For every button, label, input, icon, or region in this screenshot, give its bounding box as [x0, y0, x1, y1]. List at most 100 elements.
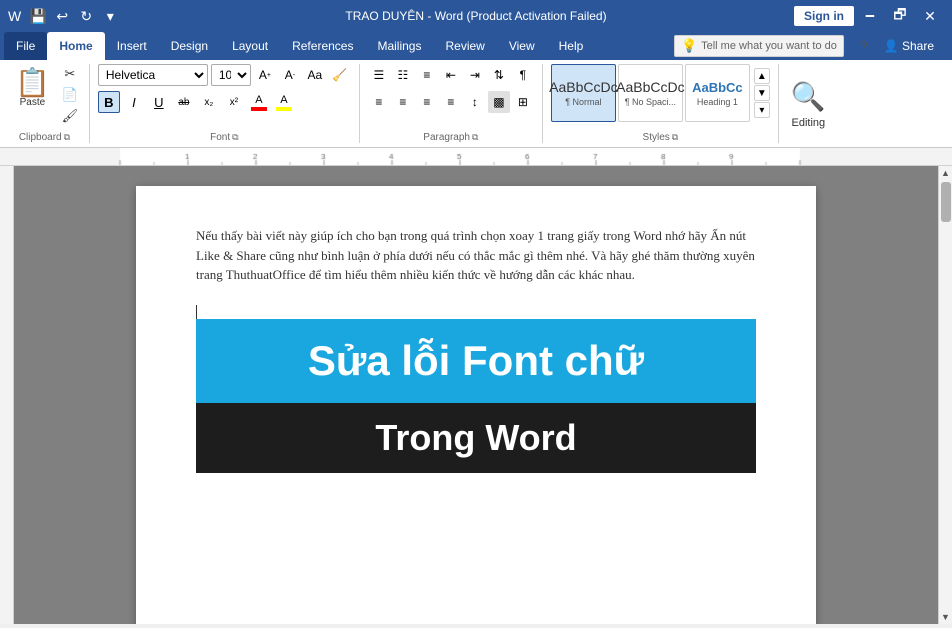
paragraph-group: ☰ ☷ ≡ ⇤ ⇥ ⇅ ¶ ≡ ≡ ≡ ≡ ↕ ▩ ⊞ Paragraph ⧉ — [360, 64, 543, 143]
italic-button[interactable]: I — [123, 91, 145, 113]
styles-scroll-down[interactable]: ▼ — [754, 85, 770, 101]
strikethrough-button[interactable]: ab — [173, 91, 195, 113]
clipboard-label: Clipboard ⧉ — [8, 130, 81, 143]
styles-dialog-icon[interactable]: ⧉ — [672, 132, 678, 143]
editing-icon: 🔍 — [791, 80, 826, 113]
underline-button[interactable]: U — [148, 91, 170, 113]
editing-content: 🔍 Editing — [787, 72, 830, 137]
styles-group: AaBbCcDc ¶ Normal AaBbCcDc ¶ No Spaci...… — [543, 64, 779, 143]
redo-quick-btn[interactable]: ↻ — [75, 5, 97, 27]
tab-design[interactable]: Design — [159, 32, 220, 60]
style-normal[interactable]: AaBbCcDc ¶ Normal — [551, 64, 616, 122]
styles-expand[interactable]: ▾ — [754, 102, 770, 118]
ruler-canvas — [0, 148, 952, 166]
copy-button[interactable]: 📄 — [59, 85, 81, 105]
image-bottom-text: Trong Word — [375, 417, 576, 459]
undo-quick-btn[interactable]: ↩ — [51, 5, 73, 27]
signin-button[interactable]: Sign in — [794, 6, 854, 26]
paragraph-dialog-icon[interactable]: ⧉ — [472, 132, 478, 143]
align-center-button[interactable]: ≡ — [392, 91, 414, 113]
tell-me-bar[interactable]: 💡 Tell me what you want to do — [674, 35, 844, 57]
cut-button[interactable]: ✂ — [59, 64, 81, 84]
quick-access-dropdown[interactable]: ▾ — [99, 5, 121, 27]
scroll-up-arrow[interactable]: ▲ — [939, 166, 952, 180]
font-name-select[interactable]: Helvetica — [98, 64, 208, 86]
font-group-content: Helvetica 10.5 A+ A- Aa 🧹 B I U ab x₂ x²… — [98, 64, 351, 130]
page-container[interactable]: Nếu thấy bài viết này giúp ích cho bạn t… — [14, 166, 938, 624]
restore-button[interactable]: 🗗 — [886, 2, 914, 30]
image-top-text: Sửa lỗi Font chữ — [308, 337, 644, 385]
document-page: Nếu thấy bài viết này giúp ích cho bạn t… — [136, 186, 816, 624]
vertical-ruler — [0, 166, 14, 624]
bold-button[interactable]: B — [98, 91, 120, 113]
tab-file[interactable]: File — [4, 32, 47, 60]
scroll-thumb[interactable] — [941, 182, 951, 222]
vertical-scrollbar[interactable]: ▲ ▼ — [938, 166, 952, 624]
clipboard-dialog-icon[interactable]: ⧉ — [64, 132, 70, 143]
shading-button[interactable]: ▩ — [488, 91, 510, 113]
font-group-label: Font ⧉ — [98, 130, 351, 143]
scroll-down-arrow[interactable]: ▼ — [939, 610, 952, 624]
tab-layout[interactable]: Layout — [220, 32, 280, 60]
highlight-button[interactable]: A — [273, 91, 295, 113]
clipboard-small-buttons: ✂ 📄 🖌 — [59, 64, 81, 126]
tab-view[interactable]: View — [497, 32, 547, 60]
format-painter-button[interactable]: 🖌 — [59, 106, 81, 126]
tab-mailings[interactable]: Mailings — [365, 32, 433, 60]
clear-formatting-btn[interactable]: 🧹 — [329, 64, 351, 86]
tab-home[interactable]: Home — [47, 32, 104, 60]
minimize-button[interactable]: 🗕 — [856, 2, 884, 30]
paste-label: Paste — [20, 97, 46, 108]
tell-me-icon: 💡 — [681, 38, 697, 54]
superscript-button[interactable]: x² — [223, 91, 245, 113]
font-group: Helvetica 10.5 A+ A- Aa 🧹 B I U ab x₂ x²… — [90, 64, 360, 143]
paragraph-group-content: ☰ ☷ ≡ ⇤ ⇥ ⇅ ¶ ≡ ≡ ≡ ≡ ↕ ▩ ⊞ — [368, 64, 534, 130]
font-color-icon: A — [255, 94, 262, 106]
paste-button[interactable]: 📋 Paste — [8, 64, 57, 113]
editing-label: Editing — [791, 117, 825, 129]
ribbon-tabs: File Home Insert Design Layout Reference… — [0, 32, 952, 60]
line-spacing-button[interactable]: ↕ — [464, 91, 486, 113]
style-heading1[interactable]: AaBbCc Heading 1 — [685, 64, 750, 122]
tab-review[interactable]: Review — [433, 32, 496, 60]
decrease-font-btn[interactable]: A- — [279, 64, 301, 86]
change-case-btn[interactable]: Aa — [304, 64, 326, 86]
numbering-button[interactable]: ☷ — [392, 64, 414, 86]
share-button[interactable]: 👤 Share — [874, 36, 944, 56]
document-area: Nếu thấy bài viết này giúp ích cho bạn t… — [0, 166, 952, 624]
align-left-button[interactable]: ≡ — [368, 91, 390, 113]
styles-gallery: AaBbCcDc ¶ Normal AaBbCcDc ¶ No Spaci...… — [551, 64, 770, 122]
word-app-icon: W — [8, 8, 21, 24]
borders-button[interactable]: ⊞ — [512, 91, 534, 113]
styles-gallery-content: AaBbCcDc ¶ Normal AaBbCcDc ¶ No Spaci...… — [551, 64, 770, 130]
styles-group-label: Styles ⧉ — [551, 130, 770, 143]
image-bottom-block: Trong Word — [196, 403, 756, 473]
clipboard-group-content: 📋 Paste ✂ 📄 🖌 — [8, 64, 81, 130]
save-quick-btn[interactable]: 💾 — [27, 5, 49, 27]
increase-indent-button[interactable]: ⇥ — [464, 64, 486, 86]
tab-help[interactable]: Help — [547, 32, 596, 60]
font-size-select[interactable]: 10.5 — [211, 64, 251, 86]
font-dialog-icon[interactable]: ⧉ — [232, 132, 238, 143]
multilevel-list-button[interactable]: ≡ — [416, 64, 438, 86]
tab-insert[interactable]: Insert — [105, 32, 159, 60]
bullets-button[interactable]: ☰ — [368, 64, 390, 86]
style-normal-preview: AaBbCcDc — [549, 79, 617, 95]
decrease-indent-button[interactable]: ⇤ — [440, 64, 462, 86]
help-icon[interactable]: ? — [860, 38, 868, 54]
style-heading1-label: Heading 1 — [697, 97, 738, 107]
title-bar-left: W 💾 ↩ ↻ ▾ — [8, 5, 121, 27]
styles-scroll-arrows: ▲ ▼ ▾ — [754, 68, 770, 118]
show-formatting-button[interactable]: ¶ — [512, 64, 534, 86]
subscript-button[interactable]: x₂ — [198, 91, 220, 113]
font-color-button[interactable]: A — [248, 91, 270, 113]
styles-scroll-up[interactable]: ▲ — [754, 68, 770, 84]
sort-button[interactable]: ⇅ — [488, 64, 510, 86]
align-right-button[interactable]: ≡ — [416, 91, 438, 113]
close-button[interactable]: ✕ — [916, 2, 944, 30]
tell-me-text: Tell me what you want to do — [701, 40, 837, 52]
tab-references[interactable]: References — [280, 32, 365, 60]
increase-font-btn[interactable]: A+ — [254, 64, 276, 86]
justify-button[interactable]: ≡ — [440, 91, 462, 113]
style-no-spacing[interactable]: AaBbCcDc ¶ No Spaci... — [618, 64, 683, 122]
